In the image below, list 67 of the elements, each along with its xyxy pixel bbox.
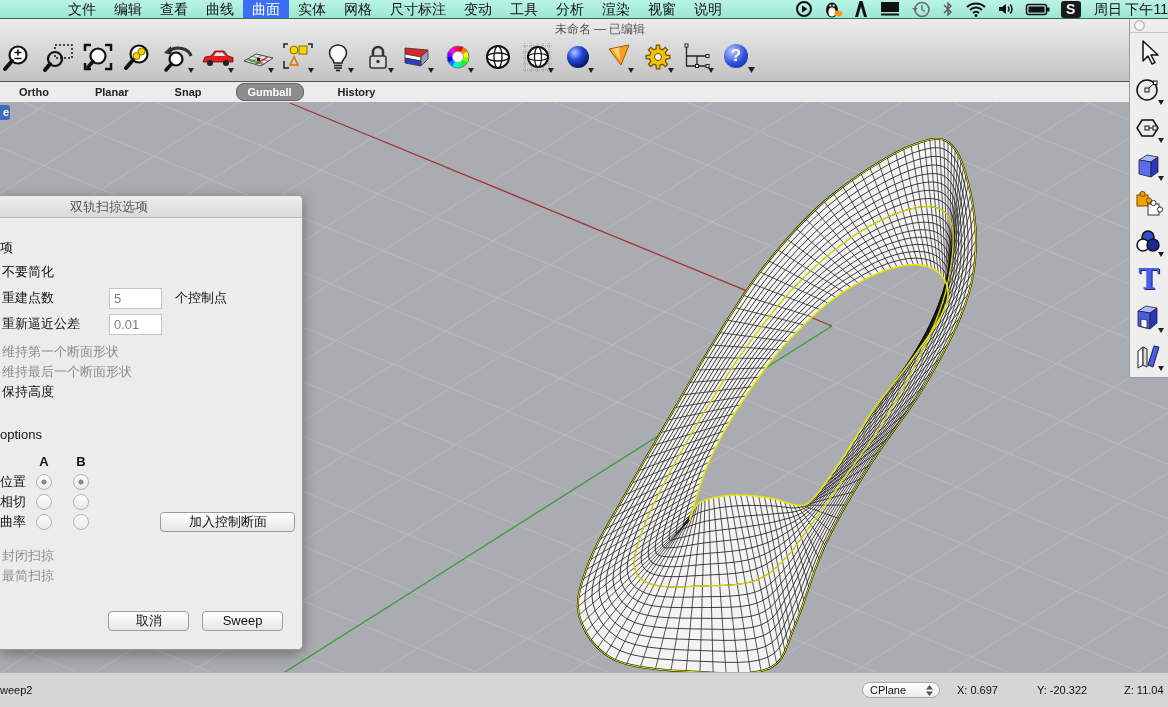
play-icon[interactable] [794,0,813,18]
puzzle-icon[interactable] [1134,189,1164,219]
clock-icon[interactable] [910,0,931,18]
radio-button[interactable] [73,514,89,530]
wifi-icon[interactable] [964,0,987,18]
input-field[interactable]: 5 [109,287,162,309]
command-text: weep2 [0,684,33,696]
dialog-title: 双轨扫掠选项 [70,199,148,214]
menu-item[interactable]: 渲染 [593,0,639,18]
stepper-arrows-icon[interactable] [926,684,933,696]
row-label: 位置 [0,473,27,491]
menu-item[interactable]: 视窗 [639,0,685,18]
menu-item[interactable]: 曲线 [197,0,243,18]
shapes-icon[interactable] [281,42,315,74]
option-label[interactable]: 保持高度 [2,384,54,399]
radio-button[interactable] [73,474,89,490]
column-header: B [75,453,87,471]
menu-item[interactable]: 说明 [685,0,731,18]
window-title: 未命名 — 已编辑 [554,21,646,38]
mode-toggle[interactable]: Planar [82,83,141,101]
coordinate-readout: Z: 11.04 [1124,684,1165,696]
unit-label: 个控制点 [175,289,227,307]
text-tool-button[interactable]: T [1136,265,1162,295]
menu-item[interactable]: 文件 [59,0,105,18]
menu-item[interactable]: 网格 [335,0,381,18]
mode-toggle[interactable]: Snap [162,83,214,101]
caret-icon[interactable] [748,67,755,73]
cplane-dropdown[interactable]: CPlane [862,682,940,698]
menu-clock[interactable]: 周日 下午11 [1093,0,1168,18]
mode-toggle[interactable]: History [325,83,388,101]
option-label: 重建点数 [2,289,55,307]
circles-icon[interactable] [1134,227,1164,257]
option-label: 重新逼近公差 [2,315,81,333]
section-heading: 项 [0,239,14,257]
option-label[interactable]: 不要简化 [2,264,54,279]
radio-button[interactable] [36,514,52,530]
add-section-button[interactable]: 加入控制断面 [160,512,295,532]
menu-item[interactable]: 分析 [547,0,593,18]
grid-sphere-icon[interactable] [521,42,555,74]
dialog-button[interactable]: 取消 [108,611,189,631]
dialog-button[interactable]: Sweep [202,611,283,631]
menu-item[interactable]: 查看 [151,0,197,18]
coordinate-readout: Y: -20.322 [1037,684,1089,696]
menu-item[interactable]: 变动 [455,0,501,18]
radio-button[interactable] [36,474,52,490]
menu-item[interactable]: 工具 [501,0,547,18]
row-label: 相切 [0,493,27,511]
viewport-tab[interactable]: e [0,105,10,120]
menu-item[interactable]: 尺寸标注 [381,0,455,18]
menu-item[interactable]: 曲面 [243,0,289,18]
section-heading: options [0,426,43,444]
row-label: 曲率 [0,513,27,531]
coordinate-readout: X: 0.697 [957,684,999,696]
drive-icon[interactable] [878,0,901,18]
notched-cube-icon[interactable] [1134,303,1164,333]
dimension-icon[interactable] [681,42,715,74]
surface-model-drawing[interactable] [576,137,977,672]
zoom-window-icon[interactable] [41,42,75,74]
peak-logo-icon[interactable] [852,0,869,18]
app-badge[interactable]: S [1060,0,1081,18]
menu-item[interactable]: 实体 [289,0,335,18]
input-field[interactable]: 0.01 [109,313,162,335]
radio-button[interactable] [73,494,89,510]
menu-item[interactable]: 编辑 [105,0,151,18]
column-header: A [38,453,50,471]
radio-button[interactable] [36,494,52,510]
mode-toggle[interactable]: Ortho [7,83,61,101]
